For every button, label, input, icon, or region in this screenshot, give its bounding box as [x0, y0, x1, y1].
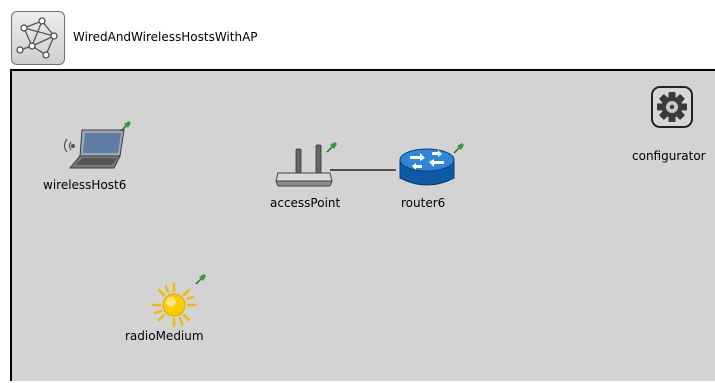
radio-medium-node[interactable] [150, 281, 200, 331]
wireless-host-node[interactable] [62, 126, 132, 176]
pin-icon [195, 274, 206, 285]
wireless-host-label: wirelessHost6 [43, 178, 127, 192]
configurator-label: configurator [632, 149, 706, 163]
configurator-node[interactable] [651, 86, 693, 128]
connection-line[interactable] [12, 71, 715, 383]
pin-icon [120, 121, 131, 132]
network-canvas[interactable]: wirelessHost6 accessPoint router6 config… [10, 69, 715, 381]
pin-icon [326, 142, 337, 153]
network-header: WiredAndWirelessHostsWithAP [0, 0, 715, 70]
network-title: WiredAndWirelessHostsWithAP [73, 30, 258, 44]
router-icon [399, 148, 455, 186]
pin-icon [453, 143, 464, 154]
laptop-icon [63, 129, 125, 169]
gear-icon [651, 86, 693, 128]
sun-icon [151, 282, 197, 328]
access-point-label: accessPoint [270, 196, 341, 210]
network-graph-icon[interactable] [11, 11, 65, 65]
radio-medium-label: radioMedium [125, 329, 204, 343]
router-label: router6 [401, 196, 446, 210]
router-node[interactable] [396, 146, 458, 192]
